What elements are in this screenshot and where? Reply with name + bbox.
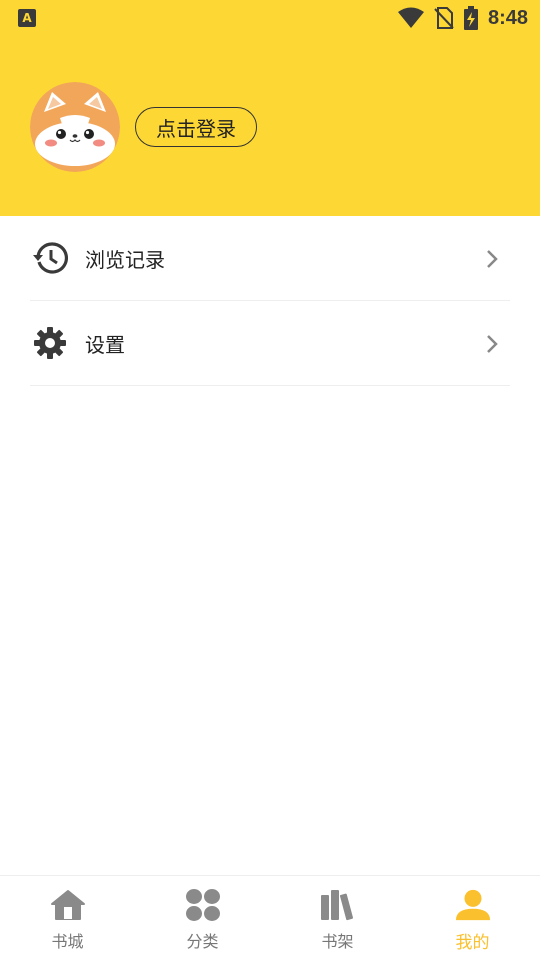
bottom-tab-bar: 书城 分类 书架 我的 <box>0 875 540 960</box>
no-sim-icon <box>434 7 454 29</box>
app-notification-icon: A <box>18 9 36 27</box>
menu-item-history[interactable]: 浏览记录 <box>30 216 510 301</box>
history-icon <box>30 238 70 278</box>
status-time: 8:48 <box>487 6 528 29</box>
chevron-right-icon <box>487 335 498 353</box>
home-icon <box>50 888 86 922</box>
person-icon <box>455 888 491 922</box>
menu-item-label: 设置 <box>85 332 125 357</box>
tab-mine[interactable]: 我的 <box>405 876 540 960</box>
bookshelf-icon <box>320 888 356 922</box>
tab-category[interactable]: 分类 <box>135 876 270 960</box>
tab-label: 分类 <box>186 932 219 951</box>
tab-bookstore[interactable]: 书城 <box>0 876 135 960</box>
chevron-right-icon <box>487 250 498 268</box>
tab-label: 我的 <box>455 933 490 953</box>
category-icon <box>185 888 221 922</box>
status-bar: A 8:48 <box>0 0 540 36</box>
tab-label: 书城 <box>51 932 84 951</box>
tab-bookshelf[interactable]: 书架 <box>270 876 405 960</box>
status-right: 8:48 <box>397 4 528 32</box>
avatar[interactable] <box>30 82 120 172</box>
battery-charging-icon <box>463 6 478 30</box>
screen: A 8:48 点击登录 浏览记录 设置 书城 分类 书架 我的 <box>0 0 540 960</box>
shiba-dog-avatar-icon <box>30 82 120 172</box>
login-button[interactable]: 点击登录 <box>135 107 257 147</box>
menu-item-label: 浏览记录 <box>85 247 165 272</box>
profile-header: A 8:48 点击登录 <box>0 0 540 216</box>
tab-label: 书架 <box>321 932 354 951</box>
menu-list: 浏览记录 设置 <box>0 216 540 386</box>
menu-item-settings[interactable]: 设置 <box>30 301 510 386</box>
gear-icon <box>30 323 70 363</box>
wifi-icon <box>397 7 424 28</box>
